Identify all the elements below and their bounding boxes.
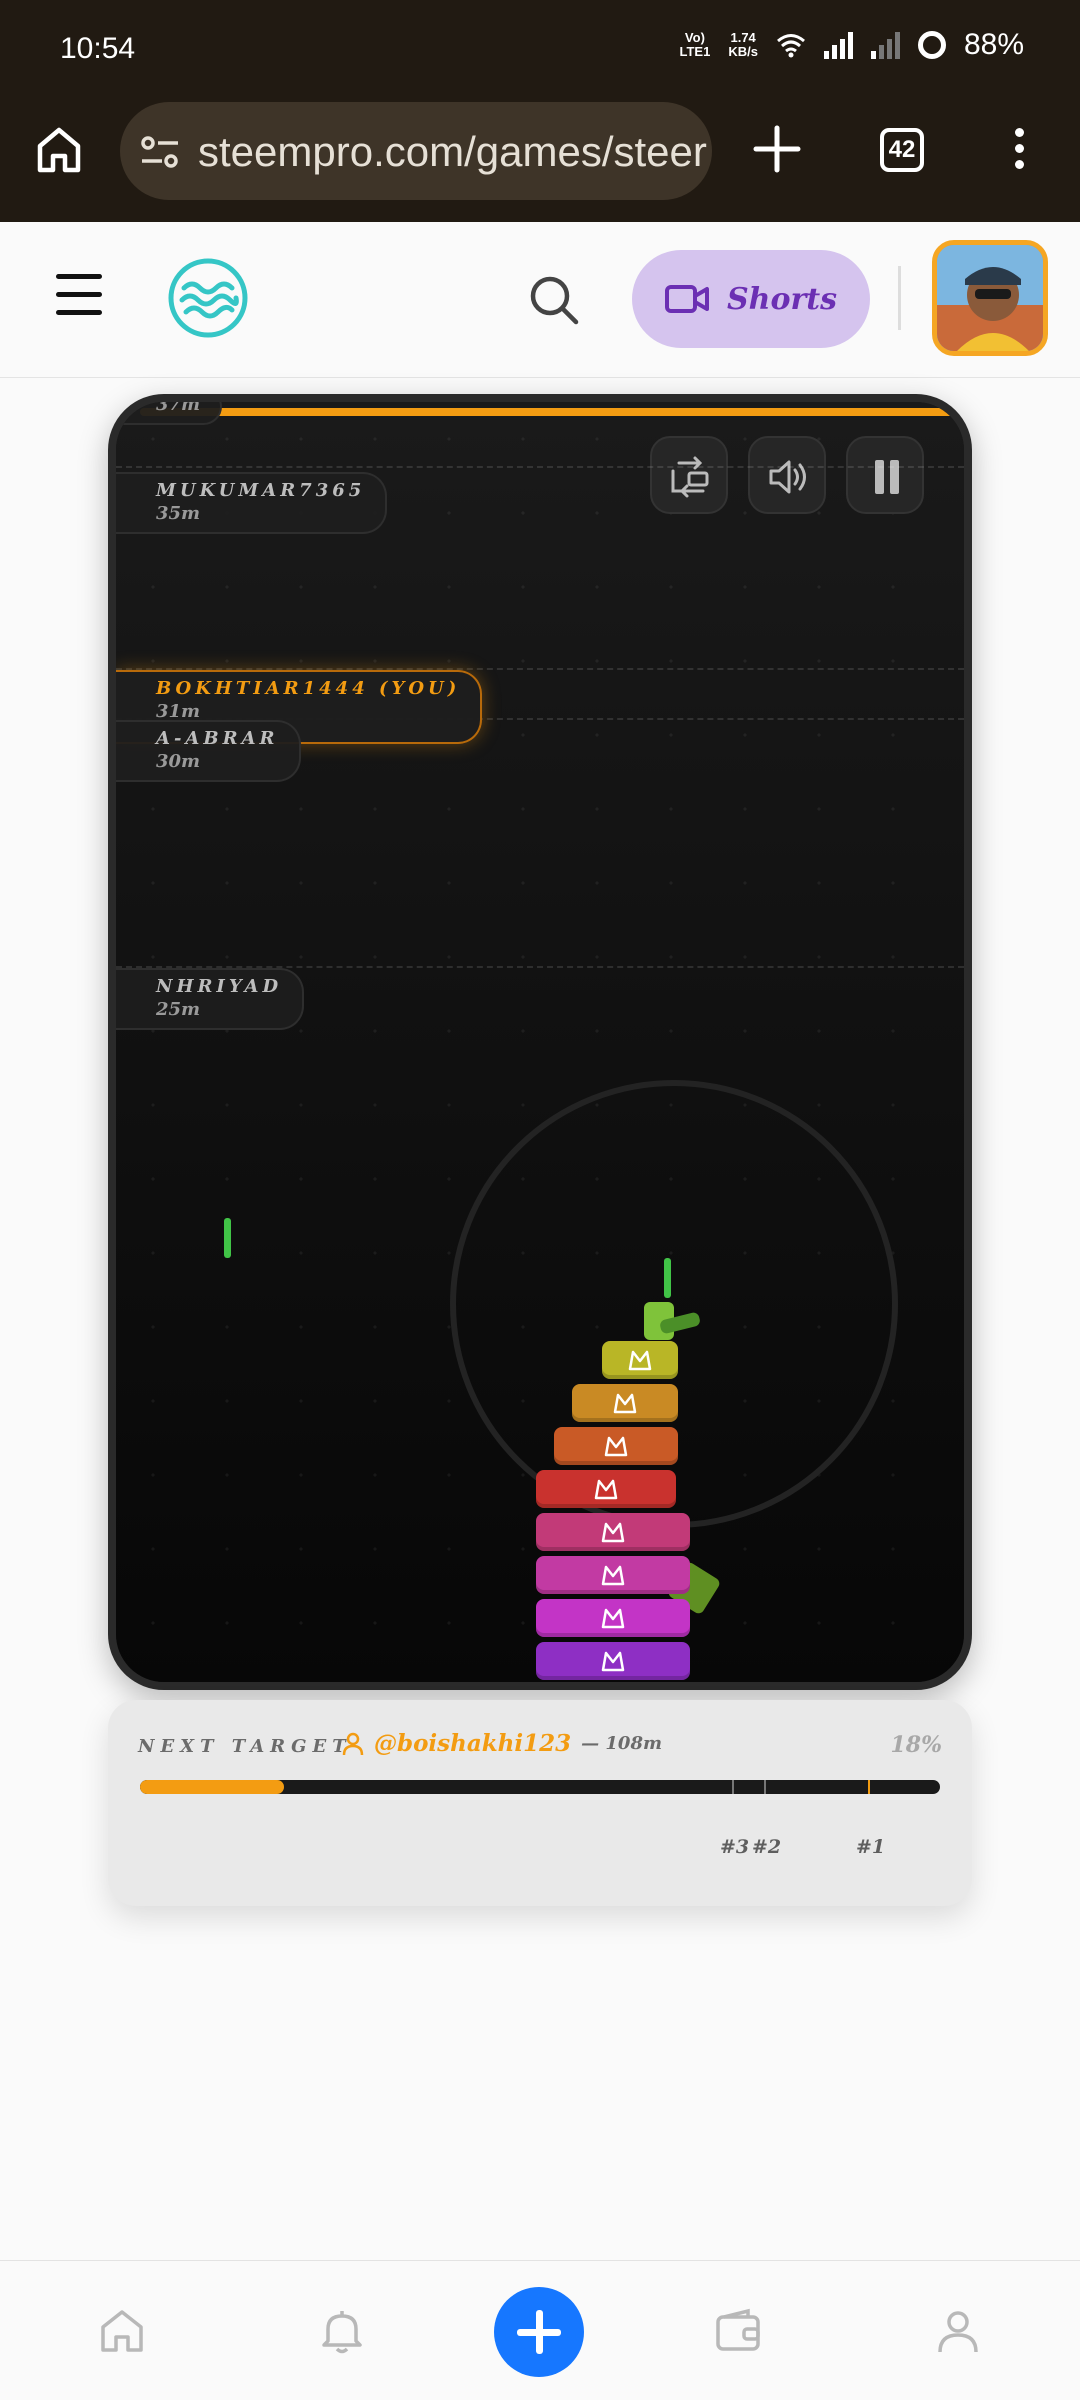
battery-level: 88% xyxy=(963,28,1024,61)
switch-view-button[interactable] xyxy=(650,436,728,514)
status-time: 10:54 xyxy=(60,32,136,65)
avatar[interactable] xyxy=(932,240,1048,356)
rank-label-2: #2 xyxy=(752,1836,782,1858)
leaderboard-tag: A-ABRAR 30m xyxy=(116,720,301,782)
rank-label-3: #3 xyxy=(720,1836,750,1858)
crown-icon xyxy=(601,1651,625,1672)
pause-icon xyxy=(875,460,899,494)
next-target-user[interactable]: @boishakhi123 — 108m xyxy=(342,1730,662,1757)
crown-icon xyxy=(594,1479,618,1500)
tower-block xyxy=(536,1556,690,1594)
falling-piece xyxy=(664,1258,671,1298)
tower-block xyxy=(536,1642,690,1680)
profile-icon[interactable] xyxy=(934,2307,982,2355)
tower-block xyxy=(602,1341,678,1379)
crown-icon xyxy=(628,1350,652,1371)
leaderboard-line xyxy=(116,466,964,468)
crown-icon xyxy=(613,1393,637,1414)
browser-home-icon[interactable] xyxy=(36,126,82,174)
crown-icon xyxy=(601,1522,625,1543)
sound-button[interactable] xyxy=(748,436,826,514)
game-progress-strip xyxy=(140,408,956,416)
url-text: steempro.com/games/steer xyxy=(198,128,707,175)
browser-toolbar: steempro.com/games/steer 42 xyxy=(0,100,1080,222)
rank-label-1: #1 xyxy=(856,1836,886,1858)
rank-marker-3 xyxy=(732,1780,734,1794)
user-avatar-image xyxy=(937,245,1043,351)
site-settings-icon[interactable] xyxy=(140,134,180,170)
rank-marker-1 xyxy=(868,1780,870,1794)
next-target-distance: — 108m xyxy=(581,1733,663,1754)
leaderboard-tag: MUKUMAR7365 35m xyxy=(116,472,388,534)
tower-block xyxy=(536,1599,690,1637)
volume-icon xyxy=(769,460,806,494)
status-bar: 10:54 Vo) LTE1 1.74 KB/s 88% xyxy=(0,0,1080,100)
network-speed: 1.74 KB/s xyxy=(728,30,758,59)
signal-icon-2 xyxy=(870,31,900,59)
next-target-username: @boishakhi123 xyxy=(374,1730,572,1757)
game-canvas[interactable]: 37m MUKUMAR7365 35m BOKHTIAR1444 (YOU) 3… xyxy=(108,394,972,1690)
swap-icon xyxy=(671,456,709,498)
app-header: Shorts xyxy=(0,222,1080,378)
tower-block xyxy=(572,1384,678,1422)
crown-icon xyxy=(601,1608,625,1629)
tower-block xyxy=(536,1470,676,1508)
steempro-logo[interactable] xyxy=(168,258,248,338)
next-target-progress-fill xyxy=(140,1780,284,1794)
hamburger-menu-icon[interactable] xyxy=(56,274,102,328)
browser-menu-icon[interactable] xyxy=(1010,128,1028,176)
bottom-navigation xyxy=(0,2260,1080,2400)
falling-piece xyxy=(224,1218,231,1258)
search-icon[interactable] xyxy=(528,274,580,326)
shorts-button[interactable]: Shorts xyxy=(632,250,870,348)
next-target-percent: 18% xyxy=(890,1732,942,1758)
tab-switcher-button[interactable]: 42 xyxy=(880,128,924,172)
address-bar[interactable]: steempro.com/games/steer xyxy=(120,102,712,200)
tower-block xyxy=(554,1427,678,1465)
tower-block xyxy=(536,1513,690,1551)
status-icons: Vo) LTE1 1.74 KB/s 88% xyxy=(680,28,1025,62)
rank-marker-2 xyxy=(764,1780,766,1794)
volte-indicator: Vo) LTE1 xyxy=(679,30,711,59)
new-tab-icon[interactable] xyxy=(752,124,802,174)
video-camera-icon xyxy=(664,285,709,313)
shorts-label: Shorts xyxy=(726,281,838,317)
next-target-card: NEXT TARGET @boishakhi123 — 108m 18% #3 … xyxy=(108,1700,972,1906)
next-target-progress-bar xyxy=(140,1780,940,1794)
leaderboard-tag: 37m xyxy=(116,402,223,425)
pause-button[interactable] xyxy=(846,436,924,514)
bell-icon[interactable] xyxy=(318,2307,366,2355)
leaderboard-tag: NHRIYAD 25m xyxy=(116,968,305,1030)
crown-icon xyxy=(601,1565,625,1586)
create-post-button[interactable] xyxy=(494,2287,584,2377)
next-target-label: NEXT TARGET xyxy=(138,1736,352,1757)
wallet-icon[interactable] xyxy=(714,2307,762,2355)
wifi-icon xyxy=(776,34,805,58)
battery-icon xyxy=(917,31,946,59)
user-icon xyxy=(342,1732,364,1755)
home-icon[interactable] xyxy=(98,2307,146,2355)
signal-icon-1 xyxy=(823,31,853,59)
header-divider xyxy=(898,266,901,330)
crown-icon xyxy=(604,1436,628,1457)
